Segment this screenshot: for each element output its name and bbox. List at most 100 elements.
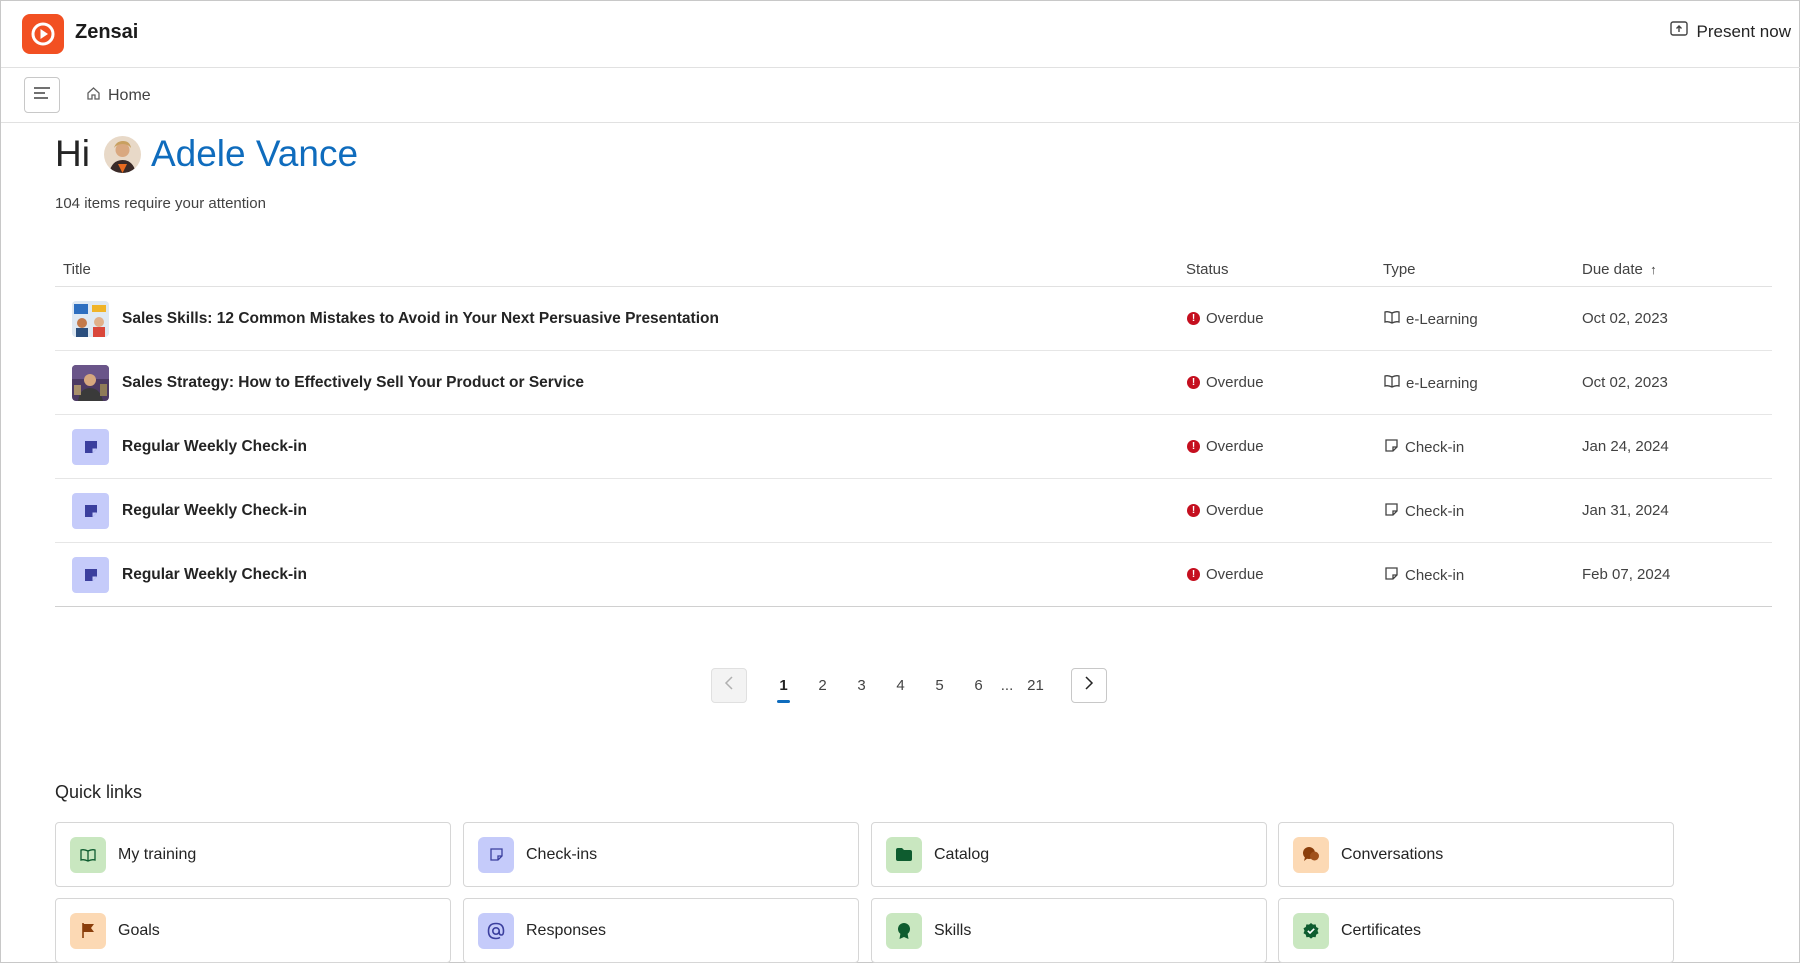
row-status-label: Overdue bbox=[1206, 438, 1264, 455]
note-icon bbox=[1384, 566, 1399, 585]
checkin-icon bbox=[72, 493, 109, 529]
note-icon bbox=[1384, 438, 1399, 457]
quick-link-responses[interactable]: Responses bbox=[463, 898, 859, 963]
nav-bar: Home bbox=[1, 68, 1800, 123]
quick-link-label: Certificates bbox=[1341, 921, 1422, 939]
previous-page-button[interactable] bbox=[711, 667, 747, 703]
checkin-icon bbox=[72, 429, 109, 465]
top-bar: Zensai Present now bbox=[1, 1, 1800, 68]
row-title[interactable]: Regular Weekly Check-in bbox=[122, 502, 307, 520]
quick-link-label: Check-ins bbox=[526, 845, 598, 863]
pagination: 123456 ... 21 bbox=[711, 667, 1107, 703]
column-header-due-date[interactable]: Due date ↑ bbox=[1582, 261, 1657, 278]
zensai-logo-icon[interactable] bbox=[22, 14, 64, 54]
chevron-right-icon bbox=[1084, 675, 1094, 695]
row-type-label: e-Learning bbox=[1406, 310, 1478, 328]
flag-icon bbox=[70, 912, 106, 949]
row-status: ! Overdue bbox=[1187, 502, 1264, 519]
present-now-button[interactable]: Present now bbox=[1669, 21, 1791, 42]
row-due-date: Feb 07, 2024 bbox=[1582, 566, 1671, 583]
row-due-date: Jan 24, 2024 bbox=[1582, 438, 1669, 455]
overdue-alert-icon: ! bbox=[1187, 568, 1200, 581]
quick-link-conversations[interactable]: Conversations bbox=[1278, 822, 1674, 887]
avatar[interactable] bbox=[103, 135, 141, 173]
page-number-3[interactable]: 3 bbox=[842, 677, 881, 694]
note-icon bbox=[478, 836, 514, 873]
row-type: Check-in bbox=[1384, 566, 1464, 585]
row-type-label: Check-in bbox=[1405, 567, 1465, 584]
row-type-label: e-Learning bbox=[1406, 374, 1478, 392]
overdue-alert-icon: ! bbox=[1187, 440, 1200, 453]
column-header-title[interactable]: Title bbox=[63, 261, 91, 278]
quick-link-label: My training bbox=[118, 845, 197, 863]
menu-toggle-button[interactable] bbox=[24, 77, 60, 113]
attention-table: Title Status Type Due date ↑ Sales Skill… bbox=[55, 251, 1772, 607]
greeting: Hi Adele Vance bbox=[55, 133, 358, 175]
row-title[interactable]: Regular Weekly Check-in bbox=[122, 566, 307, 584]
row-status-label: Overdue bbox=[1206, 566, 1264, 583]
table-row[interactable]: Sales Skills: 12 Common Mistakes to Avoi… bbox=[55, 287, 1772, 351]
table-row[interactable]: Regular Weekly Check-in ! Overdue Check-… bbox=[55, 415, 1772, 479]
quick-link-label: Conversations bbox=[1341, 845, 1444, 863]
row-type: Check-in bbox=[1384, 502, 1464, 521]
column-header-type[interactable]: Type bbox=[1383, 261, 1416, 278]
award-icon bbox=[886, 912, 922, 949]
next-page-button[interactable] bbox=[1071, 667, 1107, 703]
page-number-6[interactable]: 6 bbox=[959, 677, 998, 694]
quick-links-title: Quick links bbox=[55, 782, 143, 802]
user-name[interactable]: Adele Vance bbox=[151, 133, 358, 175]
page-number-2[interactable]: 2 bbox=[803, 677, 842, 694]
row-status: ! Overdue bbox=[1187, 310, 1264, 327]
row-title[interactable]: Sales Skills: 12 Common Mistakes to Avoi… bbox=[122, 310, 719, 328]
at-icon bbox=[478, 912, 514, 949]
hamburger-icon bbox=[33, 86, 51, 105]
greeting-hi: Hi bbox=[55, 133, 90, 174]
certificate-icon bbox=[1293, 912, 1329, 949]
page-number-4[interactable]: 4 bbox=[881, 677, 920, 694]
pagination-ellipsis: ... bbox=[1000, 676, 1014, 694]
row-title[interactable]: Sales Strategy: How to Effectively Sell … bbox=[122, 374, 584, 392]
quick-link-my-training[interactable]: My training bbox=[55, 822, 451, 887]
row-title[interactable]: Regular Weekly Check-in bbox=[122, 438, 307, 456]
row-status-label: Overdue bbox=[1206, 374, 1264, 391]
sort-ascending-icon: ↑ bbox=[1650, 262, 1657, 277]
row-status-label: Overdue bbox=[1206, 310, 1264, 327]
quick-link-certificates[interactable]: Certificates bbox=[1278, 898, 1674, 963]
page-number-1[interactable]: 1 bbox=[764, 677, 803, 703]
row-status-label: Overdue bbox=[1206, 502, 1264, 519]
folder-icon bbox=[886, 836, 922, 873]
row-due-date: Oct 02, 2023 bbox=[1582, 310, 1668, 327]
book-icon bbox=[70, 836, 106, 873]
row-status: ! Overdue bbox=[1187, 374, 1264, 391]
book-icon bbox=[1384, 310, 1400, 328]
table-row[interactable]: Regular Weekly Check-in ! Overdue Check-… bbox=[55, 479, 1772, 543]
page-number-5[interactable]: 5 bbox=[920, 677, 959, 694]
row-type: e-Learning bbox=[1384, 374, 1478, 392]
quick-link-label: Skills bbox=[934, 921, 972, 939]
attention-count-text: 104 items require your attention bbox=[55, 195, 266, 212]
app-name: Zensai bbox=[75, 21, 139, 43]
page-number-last[interactable]: 21 bbox=[1016, 677, 1055, 694]
row-type-label: Check-in bbox=[1405, 503, 1465, 520]
breadcrumb-home-label: Home bbox=[108, 87, 151, 104]
quick-link-label: Responses bbox=[526, 921, 607, 939]
column-header-status[interactable]: Status bbox=[1186, 261, 1229, 278]
quick-link-skills[interactable]: Skills bbox=[871, 898, 1267, 963]
home-icon bbox=[86, 86, 101, 106]
row-type-label: Check-in bbox=[1405, 439, 1465, 456]
table-row[interactable]: Regular Weekly Check-in ! Overdue Check-… bbox=[55, 543, 1772, 607]
sales-skills-thumbnail bbox=[72, 301, 109, 337]
quick-link-catalog[interactable]: Catalog bbox=[871, 822, 1267, 887]
quick-link-goals[interactable]: Goals bbox=[55, 898, 451, 963]
row-status: ! Overdue bbox=[1187, 566, 1264, 583]
chat-icon bbox=[1293, 836, 1329, 873]
row-type: Check-in bbox=[1384, 438, 1464, 457]
quick-link-check-ins[interactable]: Check-ins bbox=[463, 822, 859, 887]
app-window: Zensai Present now Home Hi Adele Vance 1… bbox=[0, 0, 1800, 963]
present-icon bbox=[1669, 21, 1688, 42]
breadcrumb[interactable]: Home bbox=[86, 86, 151, 106]
table-row[interactable]: Sales Strategy: How to Effectively Sell … bbox=[55, 351, 1772, 415]
row-status: ! Overdue bbox=[1187, 438, 1264, 455]
quick-link-label: Goals bbox=[118, 921, 160, 939]
note-icon bbox=[1384, 502, 1399, 521]
